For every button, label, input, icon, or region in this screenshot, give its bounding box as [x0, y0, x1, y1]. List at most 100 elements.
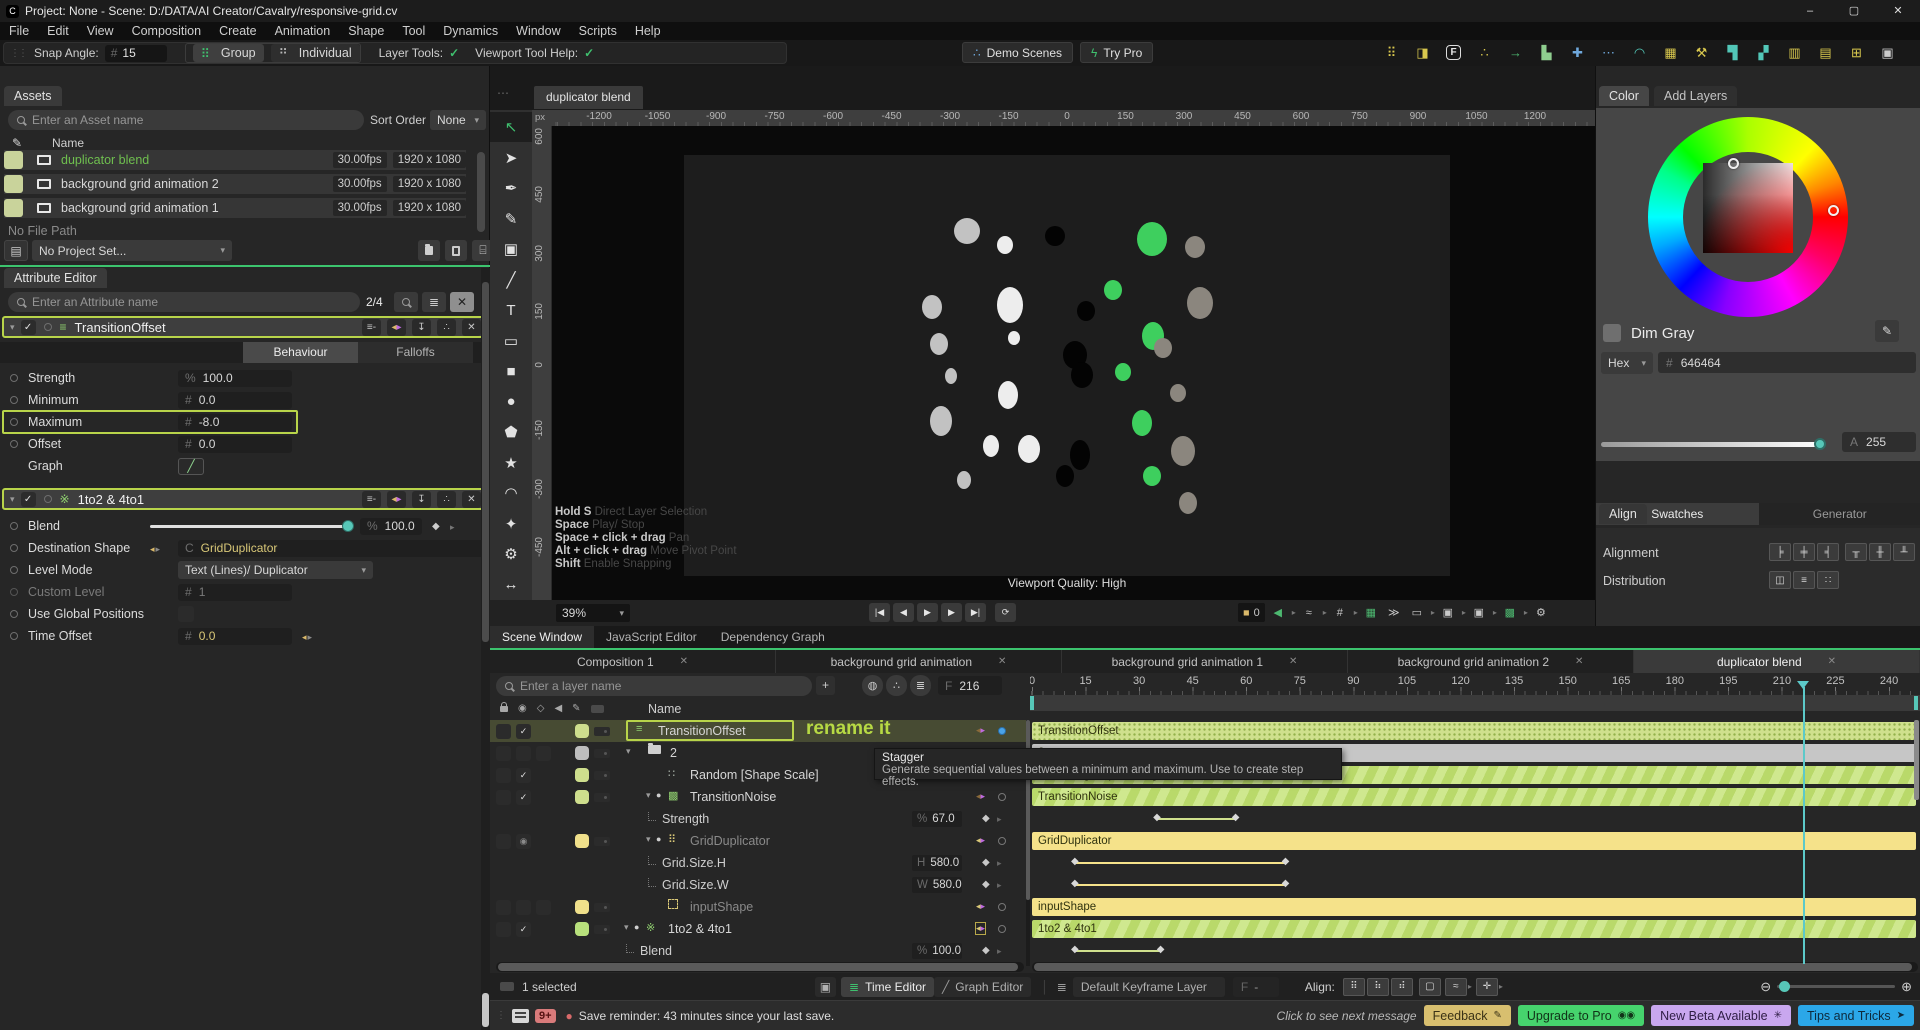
timeline-hscrollbar[interactable]: [1034, 963, 1912, 971]
asset-color-chip[interactable]: [4, 175, 23, 193]
stair-connect2-icon[interactable]: ▞: [1748, 41, 1779, 64]
layer-color-chip[interactable]: [575, 790, 589, 804]
layer-bar[interactable]: TransitionOffset: [1032, 722, 1916, 740]
menu-file[interactable]: File: [0, 24, 38, 38]
timeline-track[interactable]: ◆◆: [1030, 852, 1920, 874]
viewport-dot[interactable]: [1185, 236, 1205, 258]
keyframe-nav-icons[interactable]: ◂▸: [976, 791, 985, 802]
lock-cell[interactable]: [496, 922, 511, 937]
forge-icon[interactable]: F: [1438, 41, 1469, 64]
next-key-icon[interactable]: ▸: [997, 814, 1002, 825]
viewport-dot[interactable]: [1154, 338, 1172, 358]
audio-icon[interactable]: ◀: [554, 703, 562, 714]
viewport-dot[interactable]: [930, 406, 952, 436]
assets-scrollbar[interactable]: [477, 152, 485, 232]
menu-window[interactable]: Window: [507, 24, 569, 38]
asset-search-input[interactable]: Enter an Asset name: [8, 110, 364, 130]
dock-tab-dependency-graph[interactable]: Dependency Graph: [709, 626, 837, 648]
timeline-track[interactable]: 1to2 & 4to1: [1030, 918, 1920, 940]
offset-input[interactable]: #0.0: [178, 436, 292, 453]
expand-chevron-icon[interactable]: ▾: [624, 922, 629, 933]
menu-composition[interactable]: Composition: [123, 24, 210, 38]
viewport-dot[interactable]: [1137, 222, 1167, 256]
keyframe-nav-icons[interactable]: ◂▸: [976, 901, 985, 912]
dock-tab-javascript-editor[interactable]: JavaScript Editor: [594, 626, 709, 648]
keyframe[interactable]: ◆: [1071, 878, 1079, 889]
dock-toggle-icon[interactable]: ▣: [815, 977, 836, 997]
viewport-dot[interactable]: [954, 218, 980, 244]
viewport-dot[interactable]: [1045, 226, 1065, 246]
tag-icon[interactable]: [594, 793, 610, 802]
viewport-dot[interactable]: [1056, 465, 1074, 487]
playhead-line[interactable]: [1803, 687, 1805, 964]
enable-checkbox[interactable]: ✓: [516, 768, 531, 783]
align-center-h-button[interactable]: ╪: [1793, 543, 1815, 561]
timeline-zoom-slider[interactable]: [1777, 985, 1895, 988]
keyframe[interactable]: ◆: [1282, 878, 1290, 889]
solo-cell[interactable]: [536, 900, 551, 915]
generator-tab[interactable]: Generator: [1759, 503, 1920, 525]
demo-scenes-button[interactable]: ∴Demo Scenes: [962, 42, 1073, 63]
asset-row[interactable]: duplicator blend30.00fps1920 x 1080: [4, 150, 466, 170]
individual-button[interactable]: ⠛Individual: [271, 44, 360, 62]
filter-icon[interactable]: ◍: [862, 675, 883, 696]
layer-bar[interactable]: GridDuplicator: [1032, 832, 1916, 850]
layer-color-chip[interactable]: [575, 834, 589, 848]
viewport-dot[interactable]: [1077, 301, 1095, 321]
viewport-dot[interactable]: [1132, 410, 1152, 436]
clear-search-icon[interactable]: ✕: [450, 292, 474, 312]
eyedropper-icon[interactable]: ✎: [572, 703, 580, 714]
duplicate-view-icon[interactable]: ▣: [1469, 603, 1489, 622]
dock-tab-scene-window[interactable]: Scene Window: [490, 626, 594, 648]
menu-animation[interactable]: Animation: [266, 24, 340, 38]
keyframe[interactable]: ◆: [1282, 856, 1290, 867]
keyframe-nav-icons[interactable]: ◂▸: [976, 725, 985, 736]
panel-divider[interactable]: [0, 265, 490, 267]
viewport-dot[interactable]: [1104, 280, 1122, 300]
lock-icon[interactable]: [500, 706, 508, 712]
layer-name[interactable]: Random [Shape Scale]: [690, 768, 819, 782]
lock-cell[interactable]: [496, 768, 511, 783]
next-key-icon[interactable]: ▸: [997, 946, 1002, 957]
panel-grip-icon[interactable]: ⋯: [497, 86, 510, 100]
folder-icon[interactable]: [418, 240, 440, 261]
viewport-dot[interactable]: [1179, 492, 1197, 514]
viewport-dot[interactable]: [983, 435, 999, 457]
snap-angle-input[interactable]: #15: [105, 45, 167, 62]
menu-view[interactable]: View: [78, 24, 123, 38]
lock-cell[interactable]: [496, 834, 511, 849]
keyframe[interactable]: ◆: [1071, 856, 1079, 867]
skip-icon[interactable]: ≫: [1384, 603, 1404, 622]
table-icon[interactable]: ▦: [1655, 41, 1686, 64]
tag-icon[interactable]: [594, 727, 610, 736]
lock-cell[interactable]: [496, 746, 511, 761]
artboard-tool[interactable]: ▭: [490, 326, 532, 356]
next-frame-button[interactable]: ▶: [941, 603, 962, 622]
viewport-dot[interactable]: [957, 471, 971, 489]
next-key-icon[interactable]: ▸: [997, 858, 1002, 869]
asset-name[interactable]: background grid animation 2: [61, 177, 219, 191]
viewport-dot[interactable]: [998, 381, 1018, 409]
align-tab[interactable]: Align: [1599, 504, 1647, 524]
kf-align-center-button[interactable]: ⠷: [1367, 978, 1389, 996]
alpha-slider[interactable]: [1601, 442, 1823, 447]
close-tab-icon[interactable]: ✕: [1575, 656, 1583, 667]
transform-cross-icon[interactable]: ✚: [1562, 41, 1593, 64]
viewport-dot[interactable]: [1008, 331, 1020, 345]
messages-icon[interactable]: [512, 1009, 529, 1023]
direct-select-tool[interactable]: ➤: [490, 143, 532, 173]
viewport-dot[interactable]: [1187, 287, 1213, 319]
layer-tools-checkbox[interactable]: ✓: [449, 46, 459, 60]
next-key-icon[interactable]: ▸: [308, 632, 313, 643]
solo-radio[interactable]: [44, 495, 52, 503]
alpha-slider-knob[interactable]: [1814, 438, 1826, 450]
layer-row[interactable]: ✓≡TransitionOffsetrename it◂▸: [490, 720, 1026, 742]
lock-cell[interactable]: [496, 724, 511, 739]
star-tool[interactable]: ★: [490, 448, 532, 478]
time-editor-button[interactable]: ≣Time Editor: [841, 977, 934, 997]
destination-shape-input[interactable]: CGridDuplicator: [178, 540, 486, 557]
sort-order-dropdown[interactable]: None▾: [430, 110, 486, 130]
transparency-checker-icon[interactable]: ▩: [1500, 603, 1520, 622]
expand-chevron-icon[interactable]: ▾: [626, 746, 631, 757]
keyframe-diamond-icon[interactable]: ◆: [982, 857, 990, 868]
